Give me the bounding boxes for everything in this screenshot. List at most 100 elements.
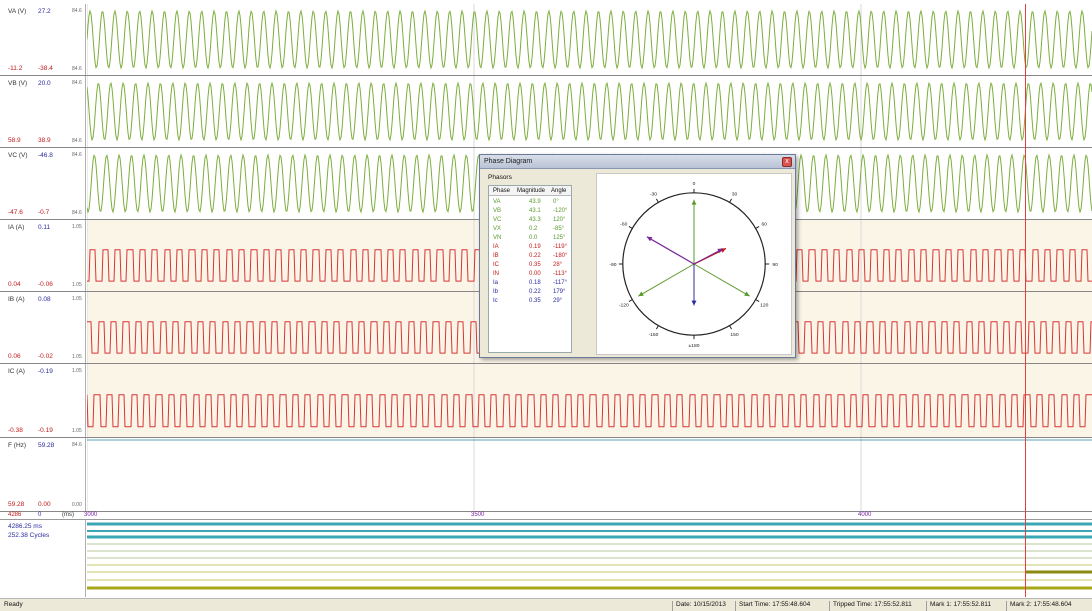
waveform-svg <box>87 438 1092 511</box>
channel-current-value: 0.08 <box>38 296 51 303</box>
channel-plot[interactable] <box>87 76 1092 147</box>
waveform-svg <box>87 364 1092 437</box>
column-header: Phase <box>493 188 511 194</box>
channel-scale-bottom: 0.00 <box>72 502 82 508</box>
axis-tick-label: 4000 <box>858 512 872 518</box>
close-icon[interactable]: x <box>782 157 792 167</box>
polar-angle-label: 60 <box>761 221 767 227</box>
status-mark1: Mark 1: 17:55:52.811 <box>926 601 994 611</box>
phasor-phase: Ia <box>493 280 499 286</box>
phasor-row: Ia 0.18 -117° <box>489 279 571 288</box>
channel-max-value: -0.7 <box>38 209 50 216</box>
channel-label-panel: VB (V) 20.0 58.9 38.9 84.6 84.6 <box>0 76 86 147</box>
channel-name: VC (V) <box>8 152 28 159</box>
polar-angle-label: -90 <box>609 262 616 268</box>
channel-scale-top: 1.05 <box>72 368 82 374</box>
axis-tick-label: 3000 <box>84 512 98 518</box>
phasor-magnitude: 0.35 <box>529 262 541 268</box>
polar-angle-label: 0 <box>693 181 696 187</box>
channel-label-panel: VA (V) 27.2 -11.2 -38.4 84.6 84.6 <box>0 4 86 75</box>
phasor-phase: IB <box>493 253 499 259</box>
channel-vb[interactable]: VB (V) 20.0 58.9 38.9 84.6 84.6 <box>0 76 1092 148</box>
channel-scale-bottom: 1.05 <box>72 354 82 360</box>
phasor-phase: VN <box>493 235 502 241</box>
channel-ic[interactable]: IC (A) -0.19 -0.38 -0.19 1.05 1.05 <box>0 364 1092 438</box>
channel-scale-bottom: 1.05 <box>72 282 82 288</box>
phasor-angle: 125° <box>553 235 566 241</box>
phasor-row: Ic 0.35 29° <box>489 297 571 306</box>
phasor-angle: -113° <box>553 271 567 277</box>
phasor-phase: Ib <box>493 289 499 295</box>
polar-angle-label: 30 <box>732 192 738 198</box>
phasor-angle: 0° <box>553 199 559 205</box>
phasor-angle: -119° <box>553 244 567 250</box>
channel-max-value: -0.19 <box>38 427 53 434</box>
phasor-phase: VA <box>493 199 501 205</box>
channel-name: IC (A) <box>8 368 25 375</box>
axis-tick-label: 3500 <box>471 512 485 518</box>
phasor-row: VX 0.2 -85° <box>489 225 571 234</box>
phasor-angle: -180° <box>553 253 568 259</box>
channel-plot[interactable] <box>87 4 1092 75</box>
time-axis: 4286 0 (ms) 3000 3500 4000 <box>0 512 1092 520</box>
channel-min-value: 58.9 <box>8 137 21 144</box>
column-header: Magnitude <box>517 188 546 194</box>
axis-unit: (ms) <box>62 512 74 518</box>
phasor-polar-plot: 0 30 60 90 120 150 ±180 -150 -120 -90 -60 -30 <box>596 173 792 355</box>
phasor-angle: -85° <box>553 226 565 232</box>
duration-text: 4286.25 ms <box>8 523 42 530</box>
digital-traces <box>87 522 1092 590</box>
phasor-angle: -120° <box>553 208 568 214</box>
channel-min-value: 0.06 <box>8 353 21 360</box>
status-ready: Ready <box>4 601 23 608</box>
channel-max-value: 0.00 <box>38 501 51 508</box>
phasor-phase: Ic <box>493 298 498 304</box>
channel-max-value: 38.9 <box>38 137 51 144</box>
channel-current-value: -0.19 <box>38 368 53 375</box>
mark-cursor-line[interactable] <box>1025 4 1026 597</box>
phase-diagram-dialog[interactable]: Phase Diagram x Phasors Phase Magnitude … <box>479 154 796 358</box>
phasors-group-label: Phasors <box>488 174 512 181</box>
digital-label-panel: 4286.25 ms 252.38 Cycles <box>0 520 86 597</box>
dialog-title: Phase Diagram <box>484 158 533 165</box>
phasor-row: IB 0.22 -180° <box>489 252 571 261</box>
channel-max-value: -0.06 <box>38 281 53 288</box>
channel-scale-bottom: 84.6 <box>72 66 82 72</box>
channel-scale-top: 1.05 <box>72 296 82 302</box>
channel-label-panel: VC (V) -46.8 -47.6 -0.7 84.6 84.6 <box>0 148 86 219</box>
status-mark2: Mark 2: 17:55:48.604 <box>1006 601 1074 611</box>
phasor-magnitude: 43.1 <box>529 208 541 214</box>
table-header: Phase Magnitude Angle <box>489 186 571 196</box>
phasor-magnitude: 0.18 <box>529 280 541 286</box>
channel-plot[interactable] <box>87 364 1092 437</box>
channel-frequency[interactable]: F (Hz) 59.28 59.28 0.00 84.6 0.00 <box>0 438 1092 512</box>
channel-min-value: 0.04 <box>8 281 21 288</box>
axis-left-zero: 0 <box>38 512 42 518</box>
digital-channels: 4286.25 ms 252.38 Cycles <box>0 520 1092 597</box>
phasor-angle: 120° <box>553 217 566 223</box>
status-bar: Ready Date: 10/15/2013 Start Time: 17:55… <box>0 598 1092 611</box>
channel-va[interactable]: VA (V) 27.2 -11.2 -38.4 84.6 84.6 <box>0 4 1092 76</box>
digital-plot[interactable] <box>87 520 1092 597</box>
polar-angle-label: 150 <box>730 332 738 338</box>
phasor-row: IN 0.00 -113° <box>489 270 571 279</box>
phasor-magnitude: 0.22 <box>529 289 541 295</box>
waveform-svg <box>87 4 1092 75</box>
channel-label-panel: IA (A) 0.11 0.04 -0.06 1.05 1.05 <box>0 220 86 291</box>
axis-left-value: 4286 <box>8 512 22 518</box>
dialog-title-bar[interactable]: Phase Diagram x <box>480 155 795 169</box>
channel-min-value: -47.6 <box>8 209 23 216</box>
channel-min-value: -11.2 <box>8 65 23 72</box>
channel-name: VB (V) <box>8 80 28 87</box>
phasor-angle: 28° <box>553 262 563 268</box>
channel-name: IA (A) <box>8 224 25 231</box>
channel-label-panel: IB (A) 0.08 0.06 -0.02 1.05 1.05 <box>0 292 86 363</box>
waveform-viewer: VA (V) 27.2 -11.2 -38.4 84.6 84.6 VB (V)… <box>0 0 1092 611</box>
phasor-row: VA 43.9 0° <box>489 198 571 207</box>
channel-current-value: -46.8 <box>38 152 53 159</box>
channel-plot[interactable] <box>87 438 1092 511</box>
phasor-phase: IN <box>493 271 499 277</box>
phasor-row: VN 0.0 125° <box>489 234 571 243</box>
channel-min-value: -0.38 <box>8 427 23 434</box>
phasor-table: Phase Magnitude Angle VA 43.9 0° VB 43.1 -120… <box>488 185 572 353</box>
